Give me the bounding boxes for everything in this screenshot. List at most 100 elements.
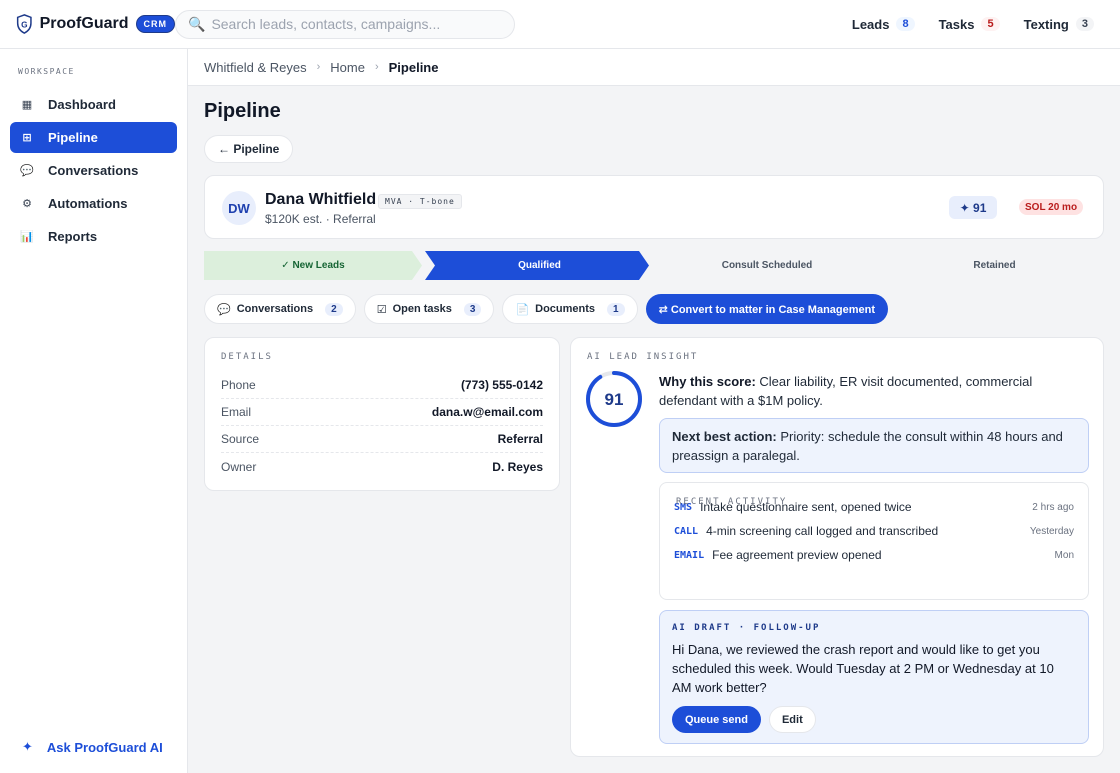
stage-new-leads[interactable]: ✓ New Leads	[204, 251, 422, 280]
convert-to-matter-button[interactable]: ⇄ Convert to matter in Case Management	[645, 294, 889, 324]
avatar: DW	[222, 191, 256, 225]
svg-text:G: G	[21, 19, 27, 29]
list-item[interactable]: EMAIL Fee agreement preview opened Mon	[674, 543, 1074, 567]
breadcrumb: Whitfield & Reyes › Home › Pipeline	[188, 49, 1120, 86]
detail-row-source: Source Referral	[221, 426, 543, 453]
detail-key: Email	[221, 405, 252, 419]
score-explanation: Why this score: Clear liability, ER visi…	[659, 372, 1091, 410]
chat-bubble-icon: 💬	[20, 165, 34, 177]
why-label: Why this score:	[659, 374, 756, 389]
list-item[interactable]: CALL 4-min screening call logged and tra…	[674, 519, 1074, 543]
shield-g-icon: G	[16, 14, 32, 34]
tab-label: Open tasks	[392, 303, 452, 315]
checkbox-icon: ☑	[376, 303, 387, 316]
activity-time: Mon	[1054, 549, 1074, 561]
sidebar-item-label: Automations	[48, 196, 128, 211]
sidebar-item-label: Dashboard	[48, 97, 116, 112]
activity-kind: CALL	[674, 525, 699, 537]
document-icon: 📄	[515, 303, 530, 316]
case-type-tag: MVA · T-bone	[378, 194, 462, 209]
detail-row-email: Email dana.w@email.com	[221, 399, 543, 426]
tab-label: Documents	[535, 303, 596, 315]
search-box[interactable]: 🔍	[175, 9, 515, 39]
sidebar-item-dashboard[interactable]: ▦ Dashboard	[10, 89, 177, 120]
sidebar-item-label: Conversations	[48, 163, 139, 178]
sidebar: WORKSPACE ▦ Dashboard ⊞ Pipeline 💬 Conve…	[0, 49, 188, 773]
details-label: DETAILS	[221, 352, 273, 362]
edit-button[interactable]: Edit	[768, 706, 816, 733]
sidebar-item-label: Pipeline	[48, 130, 98, 145]
search-icon: 🔍	[188, 15, 206, 32]
detail-row-owner: Owner D. Reyes	[221, 453, 543, 480]
leads-counter[interactable]: Leads 8	[852, 17, 915, 32]
stage-retained[interactable]: Retained	[885, 251, 1104, 280]
stage-qualified[interactable]: Qualified	[430, 251, 649, 280]
bar-chart-icon: 📊	[20, 231, 34, 243]
page-title: Pipeline	[204, 100, 281, 122]
queue-send-button[interactable]: Queue send	[672, 706, 761, 733]
breadcrumb-item-firm[interactable]: Whitfield & Reyes	[204, 60, 307, 75]
texting-counter[interactable]: Texting 3	[1024, 17, 1094, 32]
breadcrumb-item-current: Pipeline	[388, 59, 439, 75]
tab-count: 1	[607, 302, 625, 316]
detail-key: Owner	[221, 459, 257, 474]
activity-text: 4-min screening call logged and transcri…	[706, 524, 939, 538]
activity-time: 2 hrs ago	[1032, 501, 1074, 513]
tasks-label: Tasks	[938, 16, 975, 32]
crm-badge: CRM	[135, 15, 175, 33]
leads-label: Leads	[851, 16, 890, 32]
recent-activity: RECENT ACTIVITY SMS Intake questionnaire…	[659, 482, 1089, 600]
tab-count: 3	[463, 302, 482, 316]
pipeline-icon: ⊞	[22, 132, 32, 144]
sidebar-item-label: Reports	[48, 229, 98, 244]
detail-row-phone: Phone (773) 555-0142	[221, 372, 543, 399]
brand[interactable]: G ProofGuard CRM	[0, 12, 175, 36]
chevron-right-icon: ›	[374, 61, 379, 73]
tab-documents[interactable]: 📄 Documents 1	[502, 294, 638, 324]
dashboard-icon: ▦	[21, 99, 33, 111]
lead-name: Dana Whitfield	[265, 191, 377, 208]
nba-label: Next best action:	[672, 429, 777, 444]
search-input[interactable]	[211, 16, 502, 32]
chat-bubble-icon: 💬	[217, 303, 231, 316]
score-ring-value: 91	[605, 390, 624, 409]
stage-consult-scheduled[interactable]: Consult Scheduled	[657, 251, 877, 280]
leads-count: 8	[896, 17, 915, 31]
score-ring: 91	[586, 371, 642, 427]
workspace-label: WORKSPACE	[18, 67, 75, 76]
breadcrumb-item-home[interactable]: Home	[330, 60, 365, 75]
details-card: DETAILS Phone (773) 555-0142 Email dana.…	[204, 337, 560, 491]
texting-count: 3	[1075, 17, 1094, 31]
insight-label: AI LEAD INSIGHT	[587, 352, 699, 362]
detail-value: Referral	[497, 432, 543, 446]
ai-insight-card: AI LEAD INSIGHT 91 Why this score: Clear…	[570, 337, 1104, 757]
draft-label: AI DRAFT · FOLLOW-UP	[672, 623, 821, 633]
detail-value[interactable]: dana.w@email.com	[432, 405, 543, 419]
score-badge[interactable]: ✦ 91	[949, 196, 997, 219]
detail-value[interactable]: (773) 555-0142	[461, 378, 543, 392]
next-best-action: Next best action: Priority: schedule the…	[659, 418, 1089, 473]
activity-text: Fee agreement preview opened	[712, 548, 882, 562]
tab-open-tasks[interactable]: ☑ Open tasks 3	[363, 294, 495, 324]
sidebar-item-conversations[interactable]: 💬 Conversations	[10, 155, 177, 186]
recent-activity-label: RECENT ACTIVITY	[676, 497, 788, 507]
sidebar-item-automations[interactable]: ⚙ Automations	[10, 188, 177, 219]
lead-header-card: DW Dana Whitfield MVA · T-bone $120K est…	[204, 175, 1104, 239]
sidebar-item-reports[interactable]: 📊 Reports	[10, 221, 177, 252]
detail-key: Phone	[221, 378, 256, 392]
tab-label: Conversations	[236, 303, 314, 315]
texting-label: Texting	[1023, 16, 1069, 32]
ask-ai-button[interactable]: ✦ Ask ProofGuard AI	[22, 739, 163, 755]
lead-tabs: 💬 Conversations 2 ☑ Open tasks 3 📄 Docum…	[204, 294, 889, 324]
tab-conversations[interactable]: 💬 Conversations 2	[204, 294, 356, 324]
lead-summary: $120K est. · Referral	[265, 212, 376, 226]
detail-value: D. Reyes	[492, 459, 543, 474]
top-bar: G ProofGuard CRM 🔍 Leads 8 Tasks 5 Texti…	[0, 0, 1120, 49]
tasks-counter[interactable]: Tasks 5	[939, 17, 1000, 32]
back-to-pipeline-button[interactable]: ← Pipeline	[204, 135, 294, 163]
pipeline-stages: ✓ New Leads Qualified Consult Scheduled …	[204, 251, 1104, 280]
brand-name: ProofGuard	[39, 15, 129, 32]
detail-key: Source	[221, 432, 260, 446]
tasks-count: 5	[981, 17, 1000, 31]
sidebar-item-pipeline[interactable]: ⊞ Pipeline	[10, 122, 177, 153]
